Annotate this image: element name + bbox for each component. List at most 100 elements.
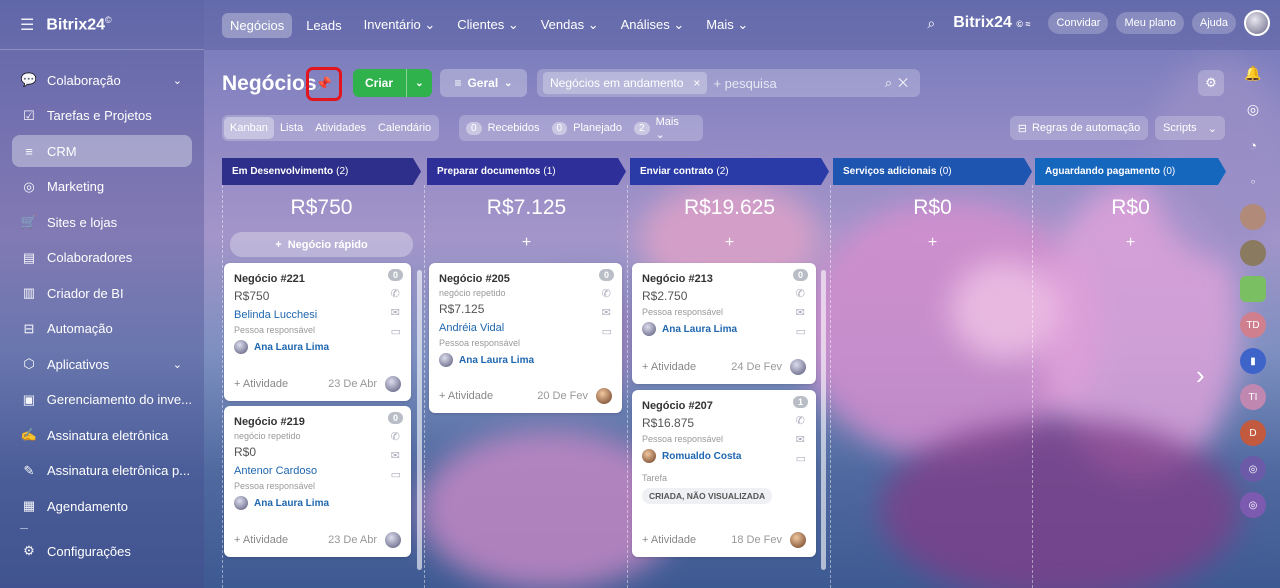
gear-icon[interactable]: ⚙ [1198, 70, 1224, 96]
pin-icon[interactable]: 📌 [306, 67, 342, 101]
filter-chip[interactable]: Negócios em andamento × [543, 72, 708, 94]
tab-2[interactable]: Inventário ⌄ [356, 12, 444, 38]
menu-icon[interactable]: ☰ [20, 15, 34, 35]
avatar[interactable] [385, 532, 401, 548]
column-header[interactable]: Preparar documentos (1) [427, 158, 626, 185]
add-deal-button[interactable]: + [427, 230, 626, 255]
avatar[interactable] [1240, 240, 1266, 266]
target-icon[interactable]: ◎ [1240, 96, 1266, 122]
circle-icon[interactable]: ○ [1240, 168, 1266, 194]
close-icon[interactable]: × [693, 76, 700, 90]
phone-icon[interactable]: ✆ [391, 432, 401, 443]
chat-icon[interactable]: ◎ [1240, 456, 1266, 482]
avatar[interactable] [385, 376, 401, 392]
deal-card[interactable]: Negócio #207 1 ✆ ✉ ▭ R$16.875 Pessoa respons… [632, 390, 816, 557]
deal-title[interactable]: Negócio #205 [439, 273, 612, 285]
user-avatar-initials[interactable]: D [1240, 420, 1266, 446]
bookmark-icon[interactable]: ▮ [1240, 348, 1266, 374]
phone-icon[interactable]: ✆ [391, 289, 401, 300]
tab-6[interactable]: Mais ⌄ [698, 12, 756, 38]
counter-label[interactable]: Recebidos [488, 122, 540, 134]
deal-title[interactable]: Negócio #213 [642, 273, 806, 285]
comment-icon[interactable]: ▭ [796, 454, 806, 465]
sidebar-item-4[interactable]: 🛒 Sites e lojas [12, 206, 192, 238]
phone-icon[interactable]: ✆ [796, 289, 806, 300]
invite-button[interactable]: Convidar [1048, 12, 1109, 34]
chevron-down-icon[interactable]: ⌄ [173, 74, 182, 87]
mail-icon[interactable]: ✉ [796, 308, 806, 319]
comment-icon[interactable]: ▭ [796, 327, 806, 338]
search-icon[interactable]: ⌕✕ [885, 75, 914, 91]
tab-0[interactable]: Negócios [222, 12, 293, 38]
sidebar-item-8[interactable]: ⬡ Aplicativos ⌄ [12, 348, 192, 380]
plan-button[interactable]: Meu plano [1116, 12, 1184, 34]
chat-icon[interactable]: ◔ [1240, 132, 1266, 158]
counter-label[interactable]: Mais ⌄ [656, 116, 688, 141]
sidebar-item-11[interactable]: ✎ Assinatura eletrônica p... [12, 455, 192, 487]
automation-button[interactable]: ⊟ Regras de automação [1010, 116, 1148, 140]
add-activity-button[interactable]: + Atividade [234, 534, 288, 546]
client-link[interactable]: Andréia Vidal [439, 322, 612, 334]
add-deal-button[interactable]: + [1035, 230, 1226, 255]
add-activity-button[interactable]: + Atividade [642, 534, 696, 546]
phone-icon[interactable]: ✆ [602, 289, 612, 300]
column-header[interactable]: Enviar contrato (2) [630, 158, 829, 185]
comment-icon[interactable]: ▭ [391, 470, 401, 481]
column-header[interactable]: Aguardando pagamento (0) [1035, 158, 1226, 185]
comment-icon[interactable]: ▭ [391, 327, 401, 338]
column-header[interactable]: Em Desenvolvimento (2) [222, 158, 421, 185]
responsible-person[interactable]: Ana Laura Lima [234, 496, 401, 510]
deal-title[interactable]: Negócio #207 [642, 400, 806, 412]
tab-3[interactable]: Clientes ⌄ [449, 12, 526, 38]
responsible-person[interactable]: Ana Laura Lima [234, 340, 401, 354]
sidebar-item-2[interactable]: ≡ CRM [12, 135, 192, 167]
sidebar-item-settings[interactable]: ⚙ Configurações [12, 535, 192, 567]
chevron-down-icon[interactable]: ⌄ [173, 358, 182, 371]
add-deal-button[interactable]: + [630, 230, 829, 255]
tab-1[interactable]: Leads [298, 13, 349, 38]
create-button[interactable]: Criar ⌄ [353, 69, 432, 97]
deal-card[interactable]: Negócio #221 0 ✆ ✉ ▭ R$750 Belinda Lucchesi P… [224, 263, 411, 401]
add-activity-button[interactable]: + Atividade [234, 378, 288, 390]
sidebar-item-7[interactable]: ⊟ Automação [12, 313, 192, 345]
avatar[interactable] [1240, 204, 1266, 230]
sidebar-item-0[interactable]: 💬 Colaboração ⌄ [12, 64, 192, 96]
help-button[interactable]: Ajuda [1191, 12, 1236, 34]
client-link[interactable]: Antenor Cardoso [234, 465, 401, 477]
user-avatar-initials[interactable]: TI [1240, 384, 1266, 410]
scrollbar[interactable] [417, 270, 422, 570]
view-tab-3[interactable]: Calendário [372, 117, 437, 139]
avatar[interactable] [1244, 10, 1270, 36]
chevron-down-icon[interactable]: ⌄ [406, 69, 432, 97]
responsible-person[interactable]: Romualdo Costa [642, 449, 806, 463]
sidebar-item-5[interactable]: ▤ Colaboradores [12, 242, 192, 274]
sidebar-item-12[interactable]: ▦ Agendamento [12, 490, 192, 522]
chat-icon[interactable]: ◎ [1240, 492, 1266, 518]
tab-5[interactable]: Análises ⌄ [613, 12, 693, 38]
scrollbar[interactable] [821, 270, 826, 570]
chevron-right-icon[interactable]: › [1196, 360, 1205, 391]
mail-icon[interactable]: ✉ [391, 451, 401, 462]
deal-title[interactable]: Negócio #219 [234, 416, 401, 428]
mail-icon[interactable]: ✉ [796, 435, 806, 446]
view-tab-1[interactable]: Lista [274, 117, 309, 139]
avatar[interactable] [596, 388, 612, 404]
sidebar-item-10[interactable]: ✍ Assinatura eletrônica [12, 419, 192, 451]
chat-group-icon[interactable] [1240, 276, 1266, 302]
responsible-person[interactable]: Ana Laura Lima [642, 322, 806, 336]
sidebar-item-3[interactable]: ◎ Marketing [12, 171, 192, 203]
add-activity-button[interactable]: + Atividade [642, 361, 696, 373]
add-deal-button[interactable]: + [833, 230, 1032, 255]
view-tab-2[interactable]: Atividades [309, 117, 372, 139]
comment-icon[interactable]: ▭ [602, 327, 612, 338]
deal-title[interactable]: Negócio #221 [234, 273, 401, 285]
avatar[interactable] [790, 359, 806, 375]
brand-logo[interactable]: Bitrix24© [46, 15, 111, 34]
counter-label[interactable]: Planejado [573, 122, 622, 134]
sidebar-item-1[interactable]: ☑ Tarefas e Projetos [12, 100, 192, 132]
mail-icon[interactable]: ✉ [391, 308, 401, 319]
avatar[interactable] [790, 532, 806, 548]
search-icon[interactable]: ⌕ [927, 15, 935, 32]
user-avatar-initials[interactable]: TD [1240, 312, 1266, 338]
client-link[interactable]: Belinda Lucchesi [234, 309, 401, 321]
